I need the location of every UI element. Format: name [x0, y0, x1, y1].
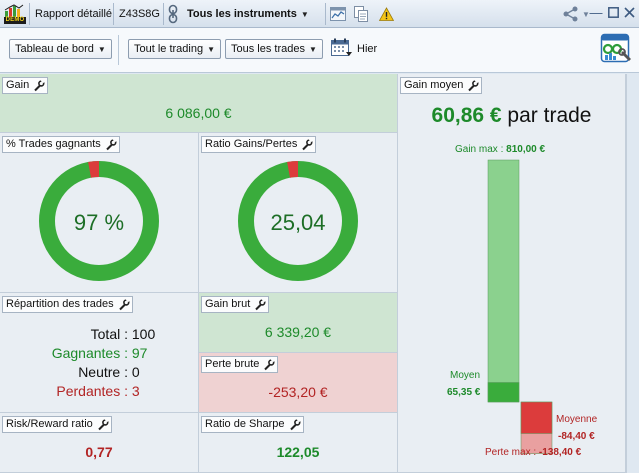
trades-dropdown-label: Tous les trades [231, 43, 305, 55]
instrument-filter-dropdown[interactable]: Tous les instruments ▼ [187, 0, 309, 28]
warning-icon[interactable] [379, 0, 394, 28]
average-gain-panel: Gain moyen 60,86 € par trade Gain max : … [398, 74, 626, 473]
copy-icon[interactable] [354, 0, 369, 28]
repartition-value: 100 [131, 326, 156, 342]
chevron-down-icon: ▼ [97, 45, 106, 54]
risk-reward-title[interactable]: Risk/Reward ratio [2, 416, 112, 433]
title-separator [163, 3, 164, 25]
title-bar: DEMO Rapport détaillé Z43S8G Tous les in… [0, 0, 639, 28]
title-separator [113, 3, 114, 25]
wrench-icon[interactable] [263, 358, 276, 371]
wrench-icon[interactable] [301, 138, 313, 151]
sharpe-panel: Ratio de Sharpe 122,05 [199, 413, 398, 473]
risk-reward-panel: Risk/Reward ratio 0,77 [0, 413, 199, 473]
repartition-panel: Répartition des trades Total : 100 Gagna… [0, 293, 199, 413]
wrench-icon[interactable] [118, 298, 130, 311]
maximize-button[interactable] [606, 6, 620, 20]
demo-logo-icon: DEMO [3, 4, 26, 24]
repartition-row: Total : 100 [0, 326, 156, 342]
gross-gain-title-label: Gain brut [205, 298, 251, 310]
repartition-row: Neutre : 0 [0, 364, 140, 380]
wrench-icon[interactable] [97, 418, 109, 431]
repartition-label: Perdantes : [56, 383, 128, 399]
repartition-label: Gagnantes : [51, 345, 128, 361]
minimize-button[interactable]: — [589, 6, 603, 20]
wrench-icon[interactable] [105, 138, 117, 151]
sharpe-title-label: Ratio de Sharpe [205, 418, 285, 430]
dashboard-dropdown-label: Tableau de bord [15, 43, 94, 55]
instrument-filter-label: Tous les instruments [187, 8, 297, 20]
repartition-row: Perdantes : 3 [0, 383, 140, 399]
gain-loss-ratio-panel: Ratio Gains/Pertes 25,04 [199, 133, 398, 293]
toolbar: Tableau de bord ▼ Tout le trading ▼ Tous l… [0, 28, 639, 73]
gain-loss-ratio-title-label: Ratio Gains/Pertes [205, 138, 298, 150]
avg-gain-label: Moyen [450, 370, 481, 381]
gross-loss-value: -253,20 € [268, 384, 328, 400]
chevron-down-icon: ▼ [308, 45, 317, 54]
win-rate-donut: 97 % [39, 161, 159, 281]
toolbar-separator [118, 35, 119, 65]
repartition-title-label: Répartition des trades [6, 298, 114, 310]
trades-dropdown[interactable]: Tous les trades ▼ [225, 39, 323, 59]
risk-reward-title-label: Risk/Reward ratio [6, 418, 93, 430]
sharpe-title[interactable]: Ratio de Sharpe [201, 416, 304, 433]
gain-loss-ratio-title[interactable]: Ratio Gains/Pertes [201, 136, 317, 153]
title-separator [325, 3, 326, 25]
gain-loss-ratio-donut: 25,04 [238, 161, 358, 281]
max-loss-label: Perte max : [485, 447, 537, 458]
gross-loss-panel: Perte brute -253,20 € [199, 353, 398, 413]
win-rate-panel: % Trades gagnants 97 % [0, 133, 199, 293]
repartition-row: Gagnantes : 97 [0, 345, 148, 361]
win-rate-value: 97 % [74, 210, 124, 235]
repartition-label: Neutre : [78, 364, 128, 380]
repartition-value: 3 [131, 383, 140, 399]
risk-reward-value: 0,77 [85, 444, 113, 460]
gross-gain-panel: Gain brut 6 339,20 € [199, 293, 398, 353]
report-name: Rapport détaillé [35, 8, 113, 20]
repartition-value: 0 [131, 364, 140, 380]
gain-panel: Gain 6 086,00 € [0, 74, 398, 133]
avg-loss-value: -84,40 € [558, 431, 595, 442]
demo-badge: DEMO [4, 17, 26, 24]
gross-loss-title-label: Perte brute [205, 358, 260, 370]
gross-gain-value: 6 339,20 € [264, 324, 332, 340]
share-icon[interactable]: ▼ [562, 0, 590, 28]
dashboard-settings-icon[interactable] [600, 33, 632, 68]
gross-loss-title[interactable]: Perte brute [201, 356, 279, 373]
max-loss-readout: Perte max : -138,40 € [485, 447, 581, 458]
repartition-label: Total : [90, 326, 128, 342]
avg-gain-bar [487, 382, 520, 403]
wrench-icon[interactable] [33, 79, 45, 92]
avg-gain-value: 65,35 € [447, 387, 481, 398]
gain-title[interactable]: Gain [2, 77, 49, 94]
title-separator [29, 3, 30, 25]
chevron-down-icon: ▼ [300, 9, 309, 19]
gain-value: 6 086,00 € [165, 105, 232, 121]
dashboard-dropdown[interactable]: Tableau de bord ▼ [9, 39, 112, 59]
calendar-icon[interactable] [331, 38, 353, 61]
wrench-icon[interactable] [254, 298, 266, 311]
period-label[interactable]: Hier [357, 43, 377, 55]
avg-loss-label: Moyenne [556, 414, 598, 425]
max-gain-bar [487, 159, 520, 403]
max-loss-value: -138,40 € [538, 447, 582, 458]
side-strip [626, 74, 639, 473]
chart-window-icon[interactable] [330, 0, 346, 28]
gross-gain-title[interactable]: Gain brut [201, 296, 270, 313]
win-rate-title-label: % Trades gagnants [6, 138, 101, 150]
sharpe-value: 122,05 [276, 444, 320, 460]
gain-title-label: Gain [6, 79, 30, 91]
account-id: Z43S8G [119, 8, 160, 20]
link-icon[interactable] [167, 0, 179, 28]
repartition-value: 97 [131, 345, 148, 361]
avg-loss-bar [520, 401, 553, 434]
wrench-icon[interactable] [289, 418, 301, 431]
close-button[interactable] [622, 6, 636, 20]
repartition-title[interactable]: Répartition des trades [2, 296, 133, 313]
gain-loss-ratio-value: 25,04 [270, 210, 325, 235]
win-rate-title[interactable]: % Trades gagnants [2, 136, 120, 153]
trading-dropdown[interactable]: Tout le trading ▼ [128, 39, 222, 59]
trading-dropdown-label: Tout le trading [134, 43, 204, 55]
chevron-down-icon: ▼ [207, 45, 216, 54]
